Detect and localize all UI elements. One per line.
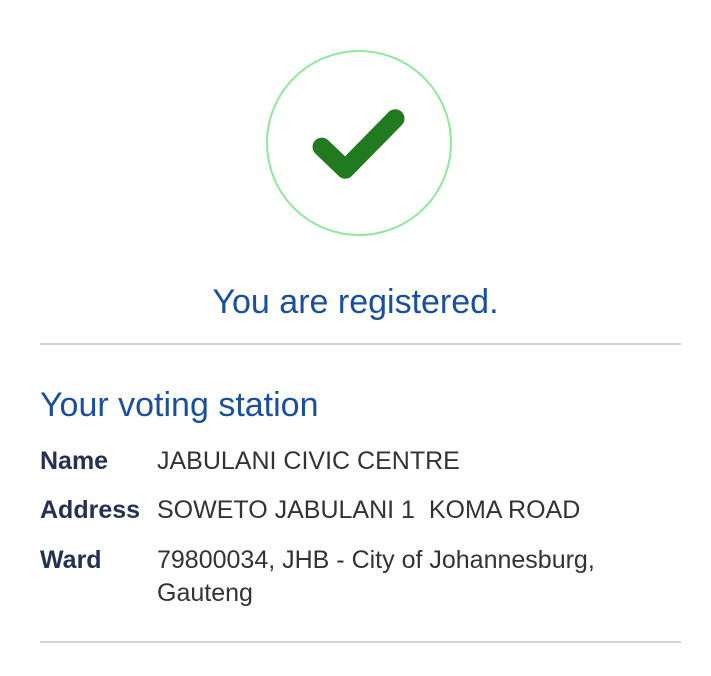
success-check-circle <box>266 50 452 236</box>
registration-status: You are registered. <box>212 283 499 321</box>
station-name-value: JABULANI CIVIC CENTRE <box>157 447 460 475</box>
station-ward-label: Ward <box>40 546 102 574</box>
check-icon <box>312 109 405 179</box>
station-ward-value: 79800034, JHB - City of Johannesburg, Ga… <box>157 546 595 607</box>
section-title: Your voting station <box>40 386 319 424</box>
station-name-label: Name <box>40 447 109 475</box>
divider <box>40 641 681 643</box>
divider <box>40 343 681 345</box>
station-address-label: Address <box>40 496 141 524</box>
station-address-value: SOWETO JABULANI 1 KOMA ROAD <box>157 496 581 524</box>
